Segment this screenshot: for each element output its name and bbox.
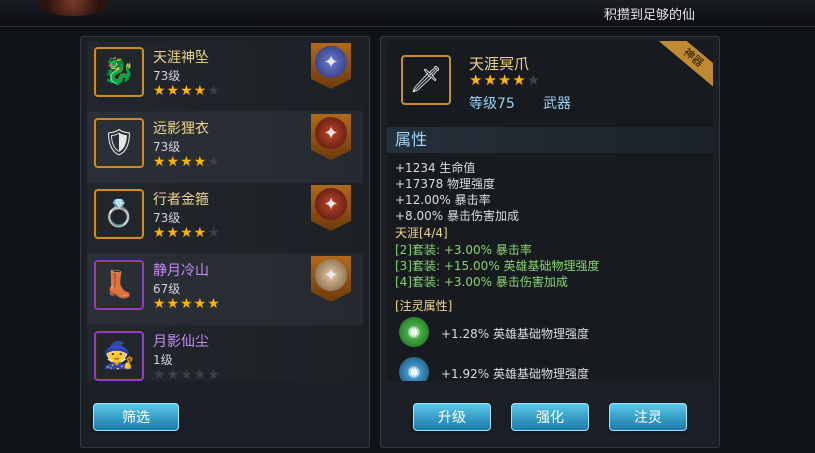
star-rating: ★★★★★	[153, 83, 221, 99]
equipment-item[interactable]: 🛡 远影狸衣 73级 ★★★★★ ✦	[87, 112, 363, 183]
hero-avatar-icon: ✦	[315, 188, 347, 220]
inject-button[interactable]: 注灵	[609, 403, 687, 431]
detail-level: 等级75	[469, 96, 515, 112]
owner-badge: ✦	[311, 114, 351, 160]
armor-icon: 🛡	[94, 118, 144, 168]
hero-avatar-icon: ✦	[315, 259, 347, 291]
equipment-list-panel: 🐉 天涯神坠 73级 ★★★★★ ✦ 🛡 远影狸衣 73级 ★★★★★ ✦ 💍 …	[80, 36, 370, 448]
star-rating: ★★★★★	[153, 296, 221, 312]
equipment-level: 73级	[153, 69, 181, 83]
owner-badge: ✦	[311, 256, 351, 302]
equipment-name: 行者金箍	[153, 192, 209, 208]
set-bonus-line: [3]套装: +15.00% 英雄基础物理强度	[395, 259, 600, 273]
equipment-name: 月影仙尘	[153, 334, 209, 350]
upgrade-button[interactable]: 升级	[413, 403, 491, 431]
injection-row: ✺ +1.92% 英雄基础物理强度	[395, 357, 705, 381]
equipment-item[interactable]: 🐉 天涯神坠 73级 ★★★★★ ✦	[87, 41, 363, 112]
circlet-icon: 💍	[94, 189, 144, 239]
equipment-level: 73级	[153, 211, 181, 225]
set-title: 天涯[4/4]	[395, 226, 448, 240]
injection-title: [注灵属性]	[395, 299, 453, 313]
detail-type: 武器	[543, 96, 571, 112]
stat-line: +8.00% 暴击伤害加成	[395, 209, 519, 223]
injection-row: ✺ +1.28% 英雄基础物理强度	[395, 317, 705, 351]
equipment-name: 静月冷山	[153, 263, 209, 279]
artifact-ribbon: 神器	[658, 41, 713, 90]
cloak-icon: 🧙	[94, 331, 144, 381]
enhance-button[interactable]: 强化	[511, 403, 589, 431]
notice-text: 积攒到足够的仙	[603, 8, 695, 23]
hero-avatar-icon: ✦	[315, 46, 347, 78]
star-rating: ★★★★★	[153, 367, 221, 381]
equipment-detail-panel: 神器 🗡 天涯冥爪 ★★★★★ 等级75 武器 属性 +1234 生命值 +17…	[380, 36, 720, 448]
detail-star-rating: ★★★★★	[469, 71, 542, 89]
pendant-icon: 🐉	[94, 47, 144, 97]
equipment-level: 73级	[153, 140, 181, 154]
stat-line: +12.00% 暴击率	[395, 193, 491, 207]
equipment-level: 1级	[153, 353, 173, 367]
filter-button[interactable]: 筛选	[93, 403, 179, 431]
spirit-gem-icon: ✺	[399, 317, 429, 347]
stat-line: +17378 物理强度	[395, 177, 496, 191]
equipment-name: 天涯神坠	[153, 50, 209, 66]
injection-text: +1.92% 英雄基础物理强度	[441, 367, 589, 381]
set-bonus-line: [2]套装: +3.00% 暴击率	[395, 243, 532, 257]
owner-badge: ✦	[311, 43, 351, 89]
hero-portrait-fragment	[38, 0, 108, 16]
attributes-heading: 属性	[387, 127, 713, 153]
hero-avatar-icon: ✦	[315, 117, 347, 149]
boots-icon: 👢	[94, 260, 144, 310]
equipment-list[interactable]: 🐉 天涯神坠 73级 ★★★★★ ✦ 🛡 远影狸衣 73级 ★★★★★ ✦ 💍 …	[87, 41, 363, 381]
owner-badge: ✦	[311, 185, 351, 231]
set-bonus-line: [4]套装: +3.00% 暴击伤害加成	[395, 275, 568, 289]
equipment-level: 67级	[153, 282, 181, 296]
stat-line: +1234 生命值	[395, 161, 476, 175]
spirit-gem-icon: ✺	[399, 357, 429, 381]
detail-card[interactable]: 神器 🗡 天涯冥爪 ★★★★★ 等级75 武器 属性 +1234 生命值 +17…	[387, 41, 713, 381]
equipment-name: 远影狸衣	[153, 121, 209, 137]
claw-weapon-icon: 🗡	[401, 55, 451, 105]
top-bar: 积攒到足够的仙	[0, 0, 815, 27]
star-rating: ★★★★★	[153, 154, 221, 170]
star-rating: ★★★★★	[153, 225, 221, 241]
equipment-item[interactable]: 🧙 月影仙尘 1级 ★★★★★	[87, 325, 363, 381]
equipment-item[interactable]: 👢 静月冷山 67级 ★★★★★ ✦	[87, 254, 363, 325]
equipment-item[interactable]: 💍 行者金箍 73级 ★★★★★ ✦	[87, 183, 363, 254]
injection-text: +1.28% 英雄基础物理强度	[441, 327, 589, 341]
